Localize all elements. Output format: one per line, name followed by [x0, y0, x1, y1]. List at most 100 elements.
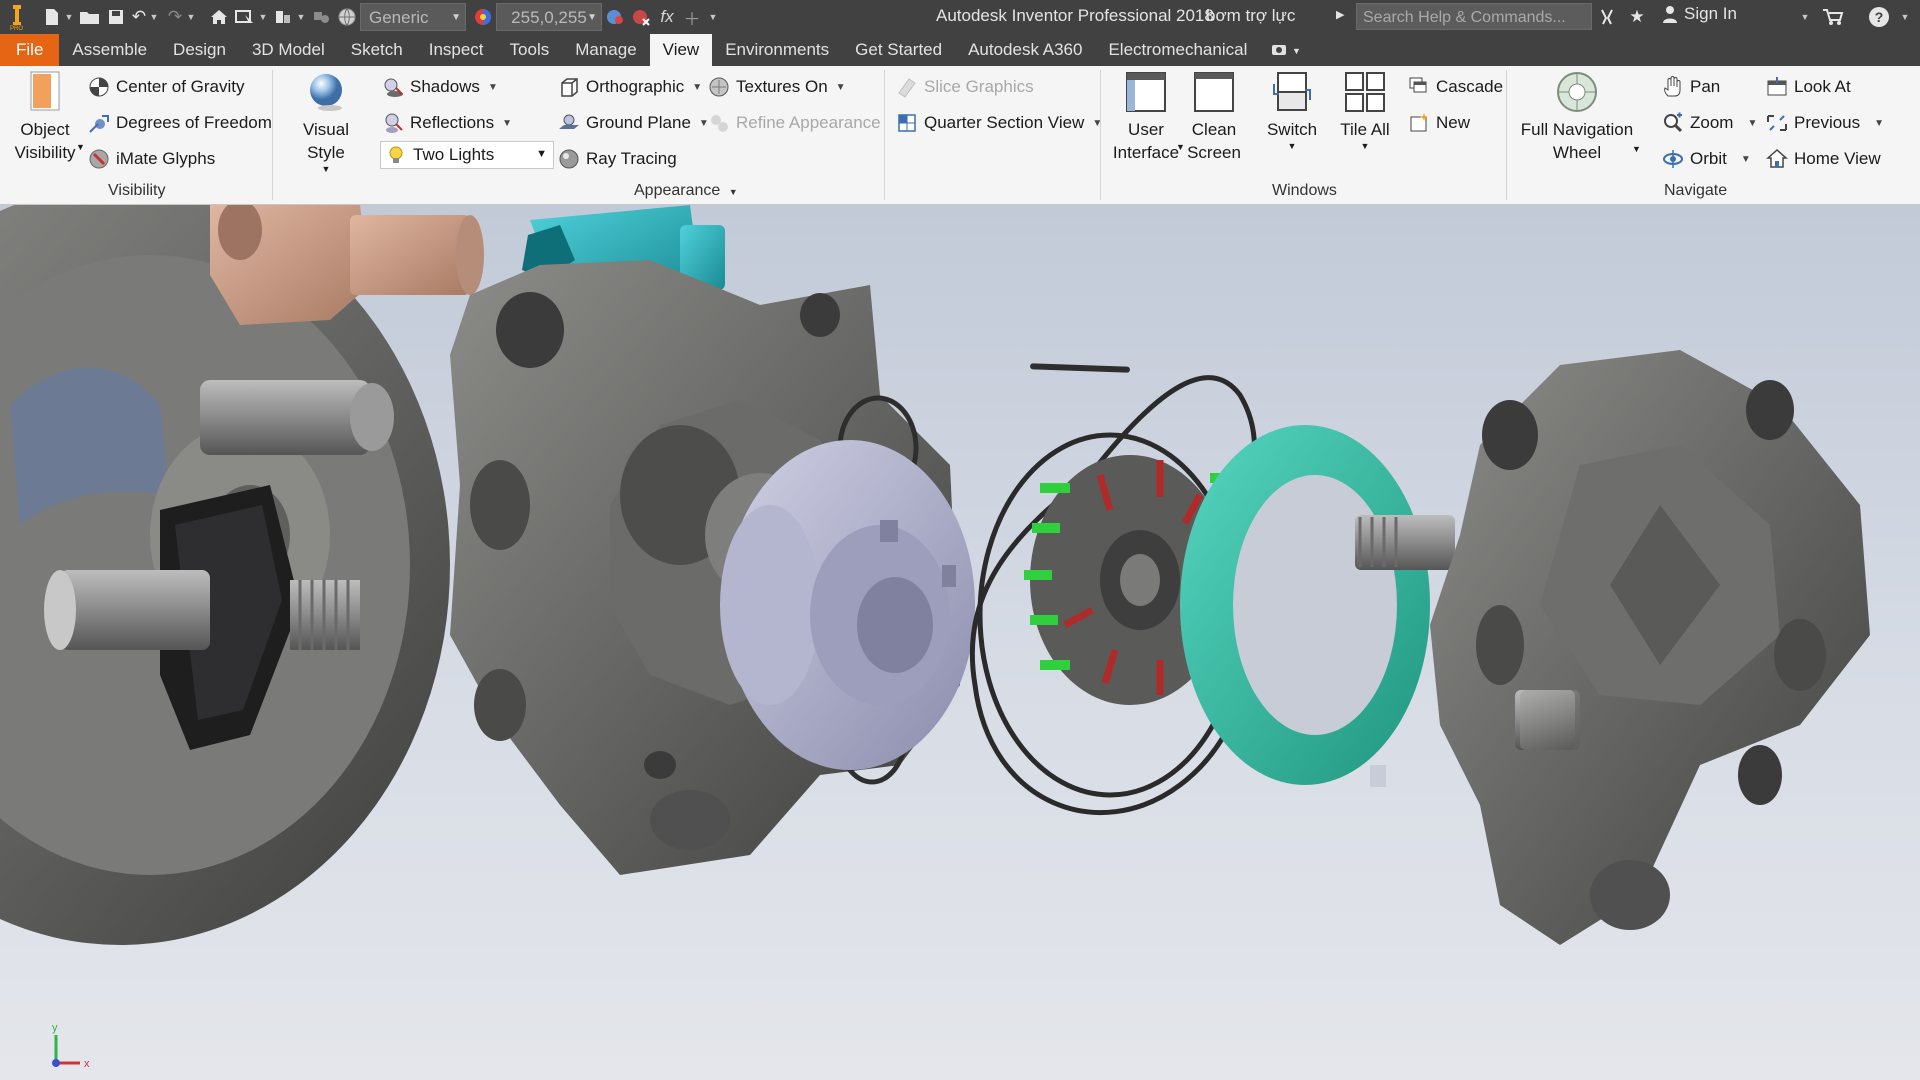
tab-file[interactable]: File	[0, 34, 60, 66]
quarter-section-view-button[interactable]: Quarter Section View ▼	[896, 109, 1102, 137]
clear-appearance-icon[interactable]	[630, 5, 652, 29]
clean-screen-button[interactable]: Clean Screen	[1186, 70, 1242, 164]
pan-button[interactable]: Pan	[1662, 73, 1720, 101]
visibility-group-title: Visibility	[108, 182, 166, 199]
zoom-button[interactable]: Zoom ▼	[1662, 109, 1757, 137]
shadows-button[interactable]: Shadows ▼	[382, 73, 498, 101]
full-navigation-wheel-button[interactable]: Full Navigation Wheel	[1516, 70, 1638, 164]
favorites-star-icon[interactable]: ★	[1626, 5, 1648, 29]
new-file-icon[interactable]	[42, 5, 62, 29]
tab-autodesk-a360[interactable]: Autodesk A360	[955, 34, 1095, 66]
look-at-button[interactable]: Look At	[1766, 73, 1851, 101]
tab-view[interactable]: View	[649, 34, 713, 66]
ribbon-panel: Object Visibility ▼ Center of Gravity De…	[0, 66, 1920, 205]
inventor-app-icon[interactable]: PRO	[6, 5, 28, 30]
ray-tracing-button[interactable]: Ray Tracing	[558, 145, 677, 173]
navigation-wheel-dropdown-icon[interactable]: ▼	[1632, 144, 1641, 154]
expand-search-icon[interactable]: ▶	[1336, 8, 1344, 21]
previous-view-button[interactable]: Previous ▼	[1766, 109, 1884, 137]
degrees-of-freedom-button[interactable]: Degrees of Freedom	[88, 109, 272, 137]
object-visibility-dropdown-icon[interactable]: ▼	[76, 142, 85, 152]
tab-manage[interactable]: Manage	[562, 34, 649, 66]
undo-dropdown-icon[interactable]: ▼	[149, 9, 159, 25]
cascade-button[interactable]: Cascade	[1408, 73, 1503, 101]
ground-plane-button[interactable]: Ground Plane ▼	[558, 109, 709, 137]
home-view-button[interactable]: Home View	[1766, 145, 1881, 173]
tab-inspect[interactable]: Inspect	[416, 34, 497, 66]
view-triad[interactable]: x y	[52, 1022, 90, 1070]
color-override-icon[interactable]	[472, 5, 494, 29]
redo-icon[interactable]: ↷	[164, 5, 186, 29]
customize-quick-access-icon[interactable]: ▼	[708, 9, 718, 25]
switch-button[interactable]: Switch ▼	[1260, 70, 1324, 151]
redo-dropdown-icon[interactable]: ▼	[186, 9, 196, 25]
ground-plane-icon	[558, 112, 580, 134]
end-cap-part[interactable]	[1355, 350, 1870, 945]
tab-get-started[interactable]: Get Started	[842, 34, 955, 66]
priority-dropdown-icon[interactable]: ▼	[296, 9, 306, 25]
imate-glyphs-button[interactable]: iMate Glyphs	[88, 145, 215, 173]
textures-icon	[708, 76, 730, 98]
design-doctor-icon[interactable]	[310, 5, 332, 29]
selection-priority-icon[interactable]	[272, 5, 294, 29]
tab-sketch[interactable]: Sketch	[338, 34, 416, 66]
binoculars-search-icon[interactable]	[1596, 5, 1618, 29]
open-folder-icon[interactable]	[78, 5, 102, 29]
teal-seal-ring-part[interactable]	[1180, 425, 1430, 787]
fx-parameters-icon[interactable]: fx	[656, 5, 678, 29]
tab-tools[interactable]: Tools	[497, 34, 563, 66]
orbit-button[interactable]: Orbit ▼	[1662, 145, 1751, 173]
user-interface-button[interactable]: User Interface	[1108, 70, 1184, 164]
chevron-down-icon: ▼	[451, 12, 461, 23]
new-window-icon	[1408, 112, 1430, 134]
shopping-cart-icon[interactable]	[1820, 5, 1846, 29]
title-bar: PRO ▼ ↶ ▼ ↷ ▼ ▼ ▼ Generic ▼ 255,0,255 ▼	[0, 0, 1920, 34]
tab-3d-model[interactable]: 3D Model	[239, 34, 338, 66]
material-combo[interactable]: Generic ▼	[360, 3, 466, 31]
appearance-globe-icon[interactable]	[336, 5, 358, 29]
graphics-viewport[interactable]: x y	[0, 205, 1920, 1080]
material-combo-value: Generic	[369, 8, 429, 27]
new-window-button[interactable]: New	[1408, 109, 1470, 137]
appearance-group-title[interactable]: Appearance ▼	[634, 182, 738, 200]
sign-in-button[interactable]: Sign In	[1662, 4, 1737, 24]
undo-icon[interactable]: ↶	[128, 5, 150, 29]
tab-environments[interactable]: Environments	[712, 34, 842, 66]
refine-appearance-button[interactable]: Refine Appearance	[708, 109, 881, 137]
help-icon[interactable]: ?	[1866, 5, 1892, 29]
ribbon-display-toggle-icon[interactable]: ▼	[1260, 34, 1310, 66]
home-icon[interactable]	[208, 5, 230, 29]
tile-all-icon	[1343, 70, 1387, 114]
textures-on-label: Textures On	[736, 77, 828, 96]
snap-ring-part[interactable]	[1030, 363, 1130, 373]
account-dropdown-icon[interactable]: ▼	[1800, 9, 1810, 25]
quarter-section-icon	[896, 112, 918, 134]
save-icon[interactable]	[106, 5, 126, 29]
exploded-assembly-model[interactable]: x y	[0, 205, 1920, 1080]
center-of-gravity-button[interactable]: Center of Gravity	[88, 73, 245, 101]
adjust-appearance-icon[interactable]	[604, 5, 626, 29]
select-icon[interactable]	[234, 5, 256, 29]
reflections-button[interactable]: Reflections ▼	[382, 109, 512, 137]
new-dropdown-icon[interactable]: ▼	[64, 9, 74, 25]
tab-design[interactable]: Design	[160, 34, 239, 66]
lighting-style-combo[interactable]: Two Lights ▼	[380, 141, 554, 169]
object-visibility-button[interactable]: Object Visibility	[10, 70, 80, 164]
search-input[interactable]: Search Help & Commands...	[1356, 3, 1592, 30]
tab-electromechanical[interactable]: Electromechanical	[1095, 34, 1260, 66]
refine-appearance-label: Refine Appearance	[736, 113, 881, 132]
user-interface-dropdown-icon[interactable]: ▼	[1176, 142, 1185, 152]
visual-style-button[interactable]: Visual Style ▼	[284, 70, 368, 174]
imate-glyphs-label: iMate Glyphs	[116, 149, 216, 168]
tab-assemble[interactable]: Assemble	[59, 34, 160, 66]
textures-on-button[interactable]: Textures On ▼	[708, 73, 846, 101]
windows-group-title: Windows	[1272, 182, 1337, 199]
color-combo[interactable]: 255,0,255 ▼	[496, 3, 602, 31]
help-dropdown-icon[interactable]: ▼	[1900, 9, 1910, 25]
plus-icon[interactable]: ＋	[682, 5, 702, 29]
orthographic-button[interactable]: Orthographic ▼	[558, 73, 702, 101]
group-divider	[1506, 70, 1507, 200]
select-dropdown-icon[interactable]: ▼	[258, 9, 268, 25]
slice-graphics-button[interactable]: Slice Graphics	[896, 73, 1034, 101]
tile-all-button[interactable]: Tile All ▼	[1334, 70, 1396, 151]
